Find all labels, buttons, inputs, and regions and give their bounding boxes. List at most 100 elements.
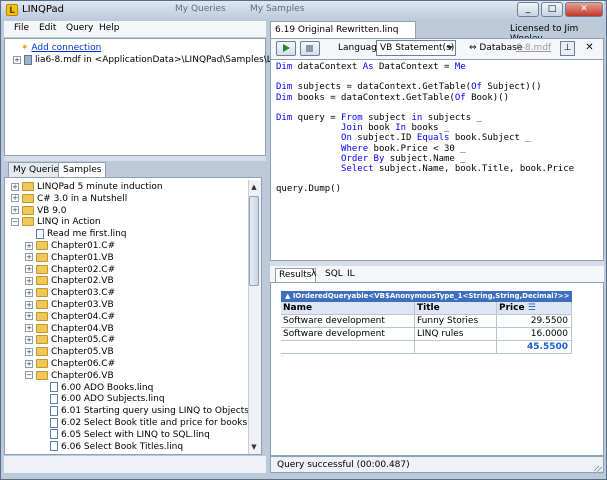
tree-item[interactable]: + Chapter06.C# bbox=[25, 358, 115, 370]
scroll-up-icon[interactable]: ▲ bbox=[249, 181, 259, 193]
tree-item[interactable]: 6.02 Select Book title and price for boo… bbox=[39, 417, 261, 429]
expand-icon[interactable]: + bbox=[25, 253, 33, 262]
column-header: Title bbox=[415, 302, 497, 315]
tree-item[interactable]: 6.05 Select with LINQ to SQL.linq bbox=[39, 429, 210, 441]
code-keyword: As bbox=[362, 62, 374, 72]
result-table-header[interactable]: ▲ IOrderedQueryable<VB$AnonymousType_1<S… bbox=[281, 291, 572, 302]
tab-samples[interactable]: Samples bbox=[58, 162, 107, 178]
expand-icon[interactable]: + bbox=[25, 324, 33, 333]
folder-icon bbox=[36, 359, 48, 368]
code-keyword: Select bbox=[341, 164, 374, 174]
menu-bar: File Edit Query Help bbox=[4, 21, 266, 37]
add-connection-link[interactable]: Add connection bbox=[31, 43, 101, 53]
background-title-1: My Queries bbox=[175, 4, 226, 14]
tree-item[interactable]: + Chapter03.VB bbox=[25, 299, 114, 311]
tree-item[interactable]: − Chapter06.VB bbox=[25, 370, 114, 382]
tree-item[interactable]: + Chapter05.C# bbox=[25, 334, 115, 346]
close-window-button[interactable]: ✕ bbox=[565, 2, 603, 17]
tree-item[interactable]: + Chapter02.C# bbox=[25, 264, 115, 276]
tab-sql[interactable]: SQL bbox=[322, 268, 346, 281]
expand-icon[interactable]: + bbox=[25, 288, 33, 297]
column-header-label: Price bbox=[499, 303, 525, 313]
code-text: subject.ID bbox=[351, 133, 417, 144]
tree-item-label: Chapter05.C# bbox=[51, 335, 116, 346]
tree-item[interactable]: 6.00 ADO Books.linq bbox=[39, 382, 153, 394]
language-select[interactable]: VB Statement(s) bbox=[376, 40, 456, 56]
tree-item[interactable]: 6.00 ADO Subjects.linq bbox=[39, 393, 165, 405]
menu-edit[interactable]: Edit bbox=[39, 23, 56, 33]
database-value[interactable]: 6-8.mdf bbox=[516, 43, 551, 53]
menu-file[interactable]: File bbox=[14, 23, 29, 33]
tree-item-label: Chapter06.C# bbox=[51, 359, 116, 369]
code-text: book.Subject _ bbox=[449, 133, 531, 144]
tab-lambda[interactable]: λ bbox=[308, 268, 319, 281]
tree-item[interactable]: + VB 9.0 bbox=[11, 205, 67, 217]
stop-icon bbox=[306, 45, 313, 52]
folder-icon bbox=[36, 288, 48, 298]
expand-icon[interactable]: + bbox=[11, 194, 19, 203]
collapse-icon[interactable]: − bbox=[11, 217, 19, 226]
expand-icon[interactable]: + bbox=[25, 241, 33, 250]
tree-item[interactable]: 6.06 Select Book Titles.linq bbox=[39, 441, 183, 453]
maximize-button[interactable]: □ bbox=[541, 2, 563, 17]
code-keyword: Where bbox=[341, 143, 369, 154]
table-cell: Funny Stories bbox=[415, 315, 497, 328]
status-text: Query successful (00:00.487) bbox=[277, 460, 410, 470]
tree-item[interactable]: Read me first.linq bbox=[25, 228, 127, 240]
expand-icon[interactable]: + bbox=[25, 265, 33, 274]
tab-il[interactable]: IL bbox=[344, 268, 358, 281]
pane-splitter[interactable] bbox=[4, 156, 266, 161]
tree-item-label: VB 9.0 bbox=[37, 205, 67, 216]
expand-icon[interactable]: + bbox=[25, 300, 33, 309]
expand-icon[interactable]: + bbox=[11, 182, 19, 191]
tree-item[interactable]: + LINQPad 5 minute induction bbox=[11, 181, 163, 193]
database-label[interactable]: ⇔ Database bbox=[469, 43, 522, 53]
play-icon[interactable] bbox=[283, 44, 290, 52]
scroll-down-icon[interactable]: ▼ bbox=[249, 441, 259, 453]
tree-item-label: Chapter03.C# bbox=[51, 288, 116, 299]
chevron-down-icon[interactable] bbox=[447, 46, 453, 50]
expand-icon[interactable]: + bbox=[25, 359, 33, 368]
menu-help[interactable]: Help bbox=[99, 23, 120, 33]
collapse-icon[interactable]: − bbox=[25, 371, 33, 380]
tree-item[interactable]: + Chapter05.VB bbox=[25, 346, 114, 358]
code-line[interactable]: Dim books = dataContext.GetTable(Of Book… bbox=[276, 93, 509, 104]
add-connection-row[interactable]: ✶ Add connection bbox=[21, 42, 101, 54]
folder-icon bbox=[22, 205, 34, 215]
expand-icon[interactable]: + bbox=[25, 347, 33, 356]
menu-query[interactable]: Query bbox=[66, 23, 93, 33]
expand-icon[interactable]: + bbox=[25, 335, 33, 344]
add-star-icon: ✶ bbox=[21, 43, 29, 53]
folder-icon bbox=[22, 217, 34, 227]
code-line[interactable]: query.Dump() bbox=[276, 184, 341, 195]
tree-item[interactable]: 6.01 Starting query using LINQ to Object… bbox=[39, 405, 261, 417]
tree-item[interactable]: + Chapter01.VB bbox=[25, 252, 114, 264]
tree-item[interactable]: + Chapter01.C# bbox=[25, 240, 115, 252]
expand-icon[interactable]: + bbox=[11, 206, 19, 215]
scroll-thumb[interactable] bbox=[249, 196, 259, 286]
resize-grip[interactable] bbox=[594, 466, 602, 474]
folder-icon bbox=[36, 323, 48, 333]
minimize-button[interactable]: _ bbox=[517, 2, 539, 17]
code-keyword: In bbox=[395, 123, 407, 134]
background-title-2: My Samples bbox=[250, 4, 305, 14]
tree-item[interactable]: + Chapter02.VB bbox=[25, 275, 114, 287]
tree-item-label: 6.06 Select Book Titles.linq bbox=[61, 441, 184, 452]
tree-item-label: 6.05 Select with LINQ to SQL.linq bbox=[61, 429, 210, 440]
query-tab[interactable]: 6.19 Original Rewritten.linq bbox=[270, 21, 416, 38]
code-line[interactable]: Dim dataContext As DataContext = Me bbox=[276, 62, 466, 73]
expand-icon[interactable]: + bbox=[25, 312, 33, 321]
tree-item[interactable]: + Chapter03.C# bbox=[25, 287, 115, 299]
tree-item[interactable]: − LINQ in Action bbox=[11, 216, 101, 228]
pin-icon[interactable]: ⊥ bbox=[560, 41, 575, 56]
tree-item[interactable]: + Chapter04.VB bbox=[25, 323, 114, 335]
table-cell: 29.5500 bbox=[497, 315, 572, 328]
code-line[interactable]: Select subject.Name, book.Title, book.Pr… bbox=[276, 164, 574, 175]
connection-item[interactable]: + lia6-8.mdf in <ApplicationData>\LINQPad… bbox=[13, 54, 313, 66]
expand-icon[interactable]: + bbox=[13, 55, 21, 64]
tree-item[interactable]: + Chapter04.C# bbox=[25, 311, 115, 323]
chart-toggle-icon[interactable]: ☰ bbox=[525, 303, 536, 313]
tree-item[interactable]: + C# 3.0 in a Nutshell bbox=[11, 193, 127, 205]
expand-icon[interactable]: + bbox=[25, 276, 33, 285]
close-icon[interactable]: ✕ bbox=[582, 41, 597, 56]
